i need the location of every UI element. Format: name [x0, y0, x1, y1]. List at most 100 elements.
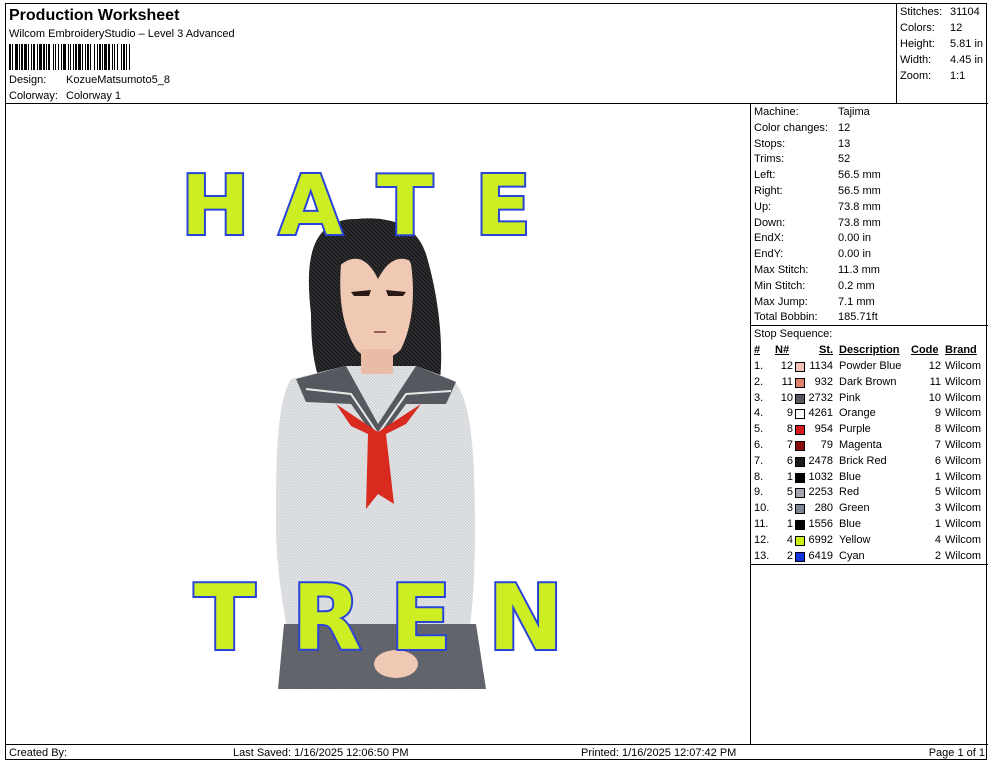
- row-description: Blue: [839, 470, 862, 483]
- machine-info-label: Color changes:: [754, 121, 828, 134]
- row-stitches: 1134: [809, 360, 833, 372]
- header-description: Description: [839, 344, 900, 356]
- row-index: 10.: [754, 502, 770, 515]
- row-code: 6: [934, 454, 941, 467]
- row-needle: 6: [786, 454, 793, 467]
- color-swatch: [795, 377, 805, 388]
- row-description: Orange: [839, 407, 876, 420]
- printed-date: Printed: 1/16/2025 12:07:42 PM: [581, 747, 737, 759]
- row-index: 5.: [754, 423, 764, 436]
- table-row: 5. 8 954 Purple 8 Wilcom: [751, 423, 988, 439]
- stat-value: 12: [950, 22, 963, 34]
- row-stitches: 79: [820, 439, 833, 451]
- design-letter: E: [390, 566, 451, 671]
- machine-info-label: EndX:: [754, 232, 784, 245]
- row-description: Green: [839, 502, 870, 515]
- row-code: 11: [929, 375, 941, 388]
- machine-info-row: Color changes: 12: [754, 122, 850, 134]
- machine-info-value: 185.71ft: [838, 311, 878, 324]
- design-letter: A: [279, 159, 343, 254]
- stat-label: Colors:: [900, 22, 935, 34]
- table-row: 3. 10 2732 Pink 10 Wilcom: [751, 392, 988, 408]
- machine-info-row: Down: 73.8 mm: [754, 217, 881, 229]
- machine-info-value: 13: [838, 137, 851, 150]
- row-description: Pink: [839, 391, 861, 404]
- row-needle: 1: [786, 518, 793, 530]
- table-row: 10. 3 280 Green 3 Wilcom: [751, 502, 988, 518]
- row-needle: 10: [780, 391, 793, 404]
- row-index: 8.: [754, 470, 764, 483]
- embroidery-design-image: HATE TREN: [179, 157, 565, 689]
- stat-colors: Colors: 12: [900, 22, 962, 34]
- machine-info-value: 0.00 in: [838, 248, 872, 261]
- row-brand: Wilcom: [945, 360, 982, 372]
- row-brand: Wilcom: [945, 533, 982, 546]
- machine-info-value: 56.5 mm: [838, 169, 881, 182]
- stat-value: 5.81 in: [950, 38, 984, 50]
- design-value: KozueMatsumoto5_8: [66, 74, 170, 86]
- color-swatch: [795, 393, 805, 404]
- machine-info-row: Up: 73.8 mm: [754, 201, 881, 213]
- row-needle: 3: [786, 502, 793, 515]
- stats-box: Stitches: 31104 Colors: 12 Height: 5.81 in …: [896, 4, 988, 104]
- stat-label: Height:: [900, 38, 935, 50]
- machine-info-label: Min Stitch:: [754, 279, 806, 292]
- color-swatch: [795, 520, 805, 530]
- page-number: Page 1 of 1: [928, 747, 985, 759]
- design-letter: R: [292, 566, 361, 671]
- worksheet-frame: Production Worksheet Wilcom EmbroiderySt…: [5, 3, 988, 760]
- machine-info-label: Down:: [754, 216, 786, 229]
- stat-width: Width: 4.45 in: [900, 54, 983, 66]
- stat-label: Zoom:: [900, 70, 932, 82]
- software-subtitle: Wilcom EmbroideryStudio – Level 3 Advanc…: [9, 28, 235, 40]
- machine-info-label: Up:: [754, 200, 772, 213]
- machine-info-label: Left:: [754, 169, 776, 182]
- machine-info-label: Stops:: [754, 137, 786, 150]
- machine-info-label: Max Jump:: [754, 295, 808, 308]
- stop-sequence-table: Stop Sequence: # N# St. Description Code…: [751, 325, 988, 565]
- machine-info-label: Trims:: [754, 153, 785, 166]
- row-code: 10: [928, 391, 941, 404]
- row-description: Purple: [839, 423, 871, 436]
- row-index: 3.: [754, 391, 764, 404]
- row-brand: Wilcom: [945, 549, 982, 562]
- last-saved: Last Saved: 1/16/2025 12:06:50 PM: [233, 747, 409, 759]
- design-label: Design:: [9, 74, 47, 86]
- row-index: 11.: [754, 518, 769, 530]
- table-row: 7. 6 2478 Brick Red 6 Wilcom: [751, 455, 988, 471]
- row-description: Cyan: [839, 549, 865, 562]
- row-needle: 2: [786, 549, 793, 562]
- color-swatch: [795, 551, 805, 562]
- colorway-value: Colorway 1: [66, 90, 122, 102]
- table-row: 2. 11 932 Dark Brown 11 Wilcom: [751, 376, 988, 392]
- row-stitches: 4261: [808, 407, 833, 420]
- stat-label: Width:: [900, 54, 932, 66]
- machine-info-value: 7.1 mm: [838, 295, 875, 308]
- table-row: 11. 1 1556 Blue 1 Wilcom: [751, 518, 988, 534]
- row-brand: Wilcom: [945, 470, 982, 483]
- row-needle: 7: [786, 439, 793, 451]
- stat-value: 4.45 in: [950, 54, 984, 66]
- row-index: 6.: [754, 439, 764, 451]
- table-row: 8. 1 1032 Blue 1 Wilcom: [751, 471, 988, 487]
- color-swatch: [795, 535, 805, 546]
- design-letter: E: [475, 159, 531, 254]
- row-stitches: 6419: [808, 549, 833, 562]
- row-code: 8: [934, 423, 941, 436]
- table-row: 13. 2 6419 Cyan 2 Wilcom: [751, 550, 988, 566]
- table-header: # N# St. Description Code Brand: [751, 344, 988, 360]
- row-code: 4: [934, 533, 941, 546]
- row-index: 7.: [754, 454, 764, 467]
- stat-value: 1:1: [950, 70, 966, 82]
- stat-height: Height: 5.81 in: [900, 38, 983, 50]
- row-stitches: 1556: [808, 518, 833, 530]
- row-index: 13.: [754, 549, 770, 562]
- row-needle: 9: [786, 407, 793, 420]
- row-code: 5: [934, 486, 941, 499]
- machine-info-row: Right: 56.5 mm: [754, 185, 881, 197]
- stat-stitches: Stitches: 31104: [900, 6, 980, 18]
- row-index: 9.: [754, 486, 764, 499]
- row-code: 1: [934, 470, 941, 483]
- created-by: Created By:: [9, 747, 68, 759]
- color-swatch: [795, 504, 805, 515]
